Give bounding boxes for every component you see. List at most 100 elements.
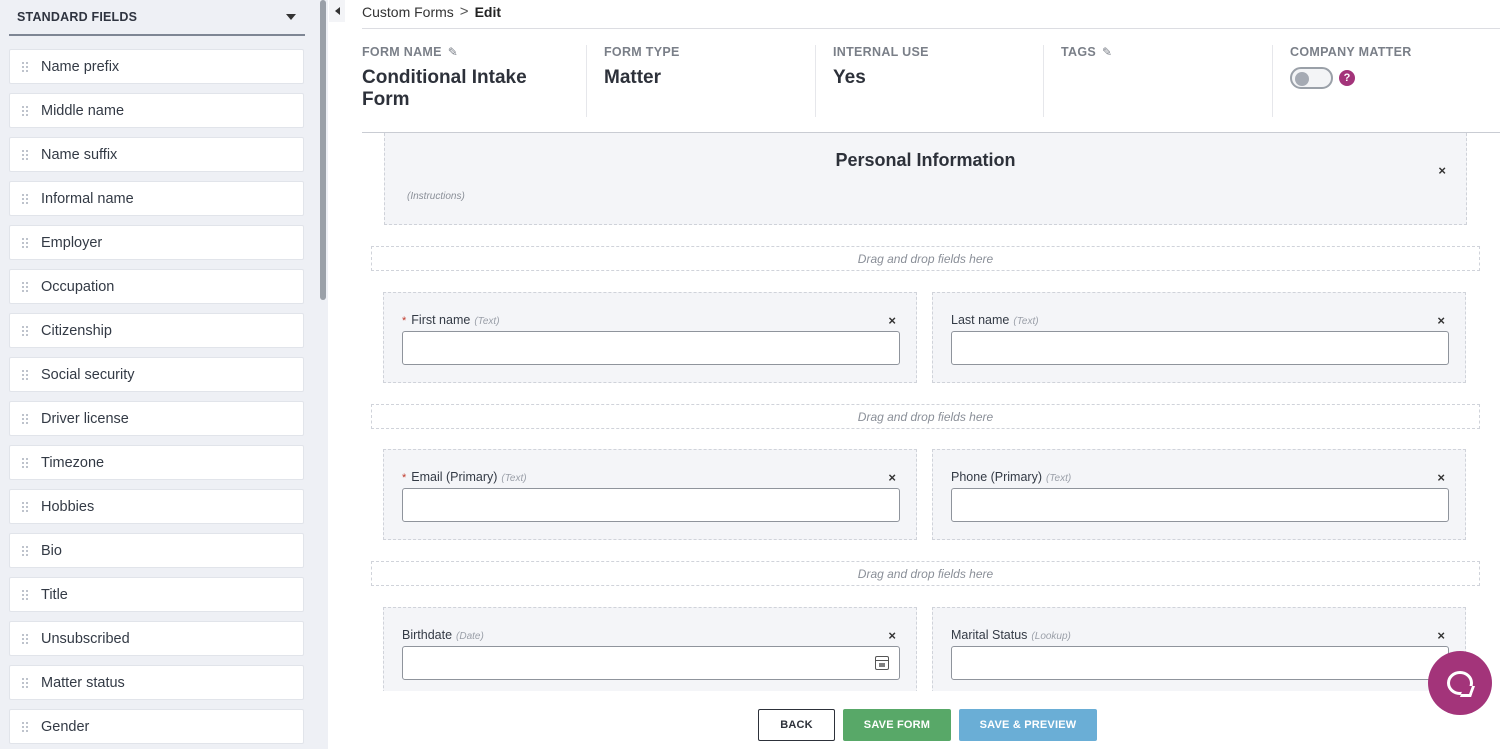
field-card-birthdate[interactable]: Birthdate (Date) × [383,607,917,691]
field-item-label: Citizenship [41,322,112,339]
field-item-citizenship[interactable]: Citizenship [9,313,304,348]
help-icon[interactable]: ? [1339,70,1355,86]
back-button[interactable]: BACK [758,709,835,741]
dropzone[interactable]: Drag and drop fields here [371,561,1480,586]
field-item-driver-license[interactable]: Driver license [9,401,304,436]
field-item-label: Name prefix [41,58,120,75]
field-type-hint: (Lookup) [1031,631,1071,642]
pencil-icon[interactable]: ✎ [1102,45,1112,59]
pencil-icon[interactable]: ✎ [448,45,458,59]
field-type-hint: (Text) [501,473,527,484]
tags-label: TAGS [1061,45,1096,59]
company-matter-label: COMPANY MATTER [1290,45,1412,59]
drag-handle-icon[interactable] [21,192,29,205]
drag-handle-icon[interactable] [21,632,29,645]
close-icon[interactable]: × [1437,314,1445,327]
toggle-knob [1295,72,1309,86]
field-item-timezone[interactable]: Timezone [9,445,304,480]
first-name-input[interactable] [402,331,900,365]
chat-launcher-button[interactable] [1428,651,1492,715]
caret-down-icon [286,14,296,20]
close-icon[interactable]: × [888,471,896,484]
field-item-informal-name[interactable]: Informal name [9,181,304,216]
form-type-label: FORM TYPE [604,45,680,59]
field-item-title[interactable]: Title [9,577,304,612]
close-icon[interactable]: × [1437,471,1445,484]
drag-handle-icon[interactable] [21,236,29,249]
section-instructions[interactable]: (Instructions) [407,191,465,202]
drag-handle-icon[interactable] [21,544,29,557]
internal-use-label: INTERNAL USE [833,45,929,59]
birthdate-input[interactable] [402,646,900,680]
field-item-bio[interactable]: Bio [9,533,304,568]
footer-bar: BACK SAVE FORM SAVE & PREVIEW [328,691,1500,749]
field-item-name-prefix[interactable]: Name prefix [9,49,304,84]
field-card-marital-status[interactable]: Marital Status (Lookup) × [932,607,1466,691]
field-item-label: Informal name [41,190,134,207]
dropzone[interactable]: Drag and drop fields here [371,404,1480,429]
drag-handle-icon[interactable] [21,500,29,513]
field-item-label: Middle name [41,102,125,119]
drag-handle-icon[interactable] [21,368,29,381]
header-divider [362,28,1500,29]
standard-fields-dropdown[interactable]: STANDARD FIELDS [9,0,305,36]
company-matter-meta: COMPANY MATTER ? [1290,45,1490,117]
drag-handle-icon[interactable] [21,60,29,73]
dropzone[interactable]: Drag and drop fields here [371,246,1480,271]
drag-handle-icon[interactable] [21,324,29,337]
field-item-unsubscribed[interactable]: Unsubscribed [9,621,304,656]
field-item-label: Bio [41,542,62,559]
field-card-first-name[interactable]: * First name (Text) × [383,292,917,383]
calendar-icon[interactable] [875,656,889,670]
tags-meta: TAGS ✎ [1061,45,1261,117]
collapse-sidebar-button[interactable] [329,0,345,22]
field-item-social-security[interactable]: Social security [9,357,304,392]
drag-handle-icon[interactable] [21,588,29,601]
close-icon[interactable]: × [888,629,896,642]
field-card-phone[interactable]: Phone (Primary) (Text) × [932,449,1466,540]
drag-handle-icon[interactable] [21,280,29,293]
save-preview-button[interactable]: SAVE & PREVIEW [959,709,1097,741]
field-label: First name [411,313,471,327]
field-item-name-suffix[interactable]: Name suffix [9,137,304,172]
close-icon[interactable]: × [1438,164,1446,177]
field-item-label: Name suffix [41,146,118,163]
field-item-gender[interactable]: Gender [9,709,304,744]
form-type-value: Matter [604,67,662,88]
sidebar-scrollbar[interactable] [320,0,326,300]
field-item-matter-status[interactable]: Matter status [9,665,304,700]
meta-divider [586,45,587,117]
field-item-hobbies[interactable]: Hobbies [9,489,304,524]
drag-handle-icon[interactable] [21,148,29,161]
section-personal-information[interactable]: Personal Information (Instructions) × [384,133,1467,225]
last-name-input[interactable] [951,331,1449,365]
field-item-occupation[interactable]: Occupation [9,269,304,304]
field-item-employer[interactable]: Employer [9,225,304,260]
field-item-label: Timezone [41,454,105,471]
email-input[interactable] [402,488,900,522]
field-type-hint: (Date) [456,631,484,642]
field-label: Last name [951,313,1010,327]
save-form-button[interactable]: SAVE FORM [843,709,951,741]
field-item-middle-name[interactable]: Middle name [9,93,304,128]
company-matter-toggle[interactable] [1290,67,1333,89]
close-icon[interactable]: × [1437,629,1445,642]
triangle-left-icon [334,7,340,15]
marital-status-input[interactable] [951,646,1449,680]
field-card-email[interactable]: * Email (Primary) (Text) × [383,449,917,540]
internal-use-value: Yes [833,67,866,88]
drag-handle-icon[interactable] [21,104,29,117]
drag-handle-icon[interactable] [21,720,29,733]
field-item-label: Social security [41,366,135,383]
chevron-right-icon: > [459,3,469,20]
field-card-last-name[interactable]: Last name (Text) × [932,292,1466,383]
drag-handle-icon[interactable] [21,412,29,425]
field-type-hint: (Text) [474,316,500,327]
breadcrumb-custom-forms[interactable]: Custom Forms [362,4,454,20]
breadcrumb-current: Edit [474,3,502,20]
phone-input[interactable] [951,488,1449,522]
drag-handle-icon[interactable] [21,456,29,469]
close-icon[interactable]: × [888,314,896,327]
drag-handle-icon[interactable] [21,676,29,689]
section-title[interactable]: Personal Information [385,150,1466,171]
